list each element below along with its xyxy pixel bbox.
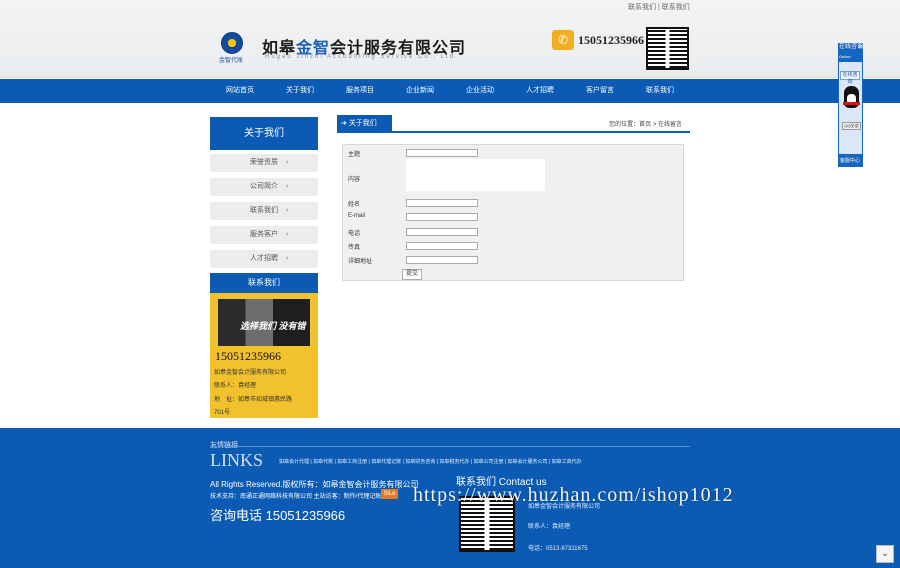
contact-company: 如皋金智会计服务有限公司	[214, 370, 287, 376]
links-heading: LINKS	[210, 450, 263, 470]
name-input[interactable]	[406, 199, 478, 207]
label-address: 详细地址	[348, 259, 373, 265]
nav-item-messages[interactable]: 客户留言	[586, 79, 614, 103]
sidebar-item-honors[interactable]: 荣誉资质	[210, 154, 318, 172]
arrow-icon: ➜	[341, 120, 349, 127]
phone-input[interactable]	[406, 228, 478, 236]
message-form: 主题 内容 姓名 E-mail 电话 传真 详细地址 提交	[342, 144, 684, 281]
nav-item-services[interactable]: 服务项目	[346, 79, 374, 103]
site-badge[interactable]: SiLe	[381, 489, 398, 499]
sidebar-item-profile[interactable]: 公司简介	[210, 178, 318, 196]
main-nav: 网站首页 关于我们 服务项目 企业新闻 企业活动 人才招聘 客户留言 联系我们	[0, 79, 900, 103]
header-phone: 15051235966	[578, 33, 644, 47]
links-title: 友情链接	[210, 440, 238, 450]
label-phone: 电话	[348, 231, 361, 237]
company-name-en: Rugao Jinzhi Accounting Service Co., Ltd…	[265, 54, 459, 60]
phone-icon: ✆	[552, 30, 574, 50]
tech-support[interactable]: 技术支持：南通正通网络科技有限公司 主站访客：制作/代理记账	[210, 491, 381, 500]
header-bar: 联系我们 | 联系我们 金智代账 如皋金智会计服务有限公司 Rugao Jinz…	[0, 0, 900, 78]
section-title: ➜ 关于我们	[337, 115, 392, 133]
contact-person: 联系人：袁经理	[214, 383, 257, 389]
panel-body: 在线咨询 QQ交谈	[838, 61, 863, 155]
label-content: 内容	[348, 177, 361, 183]
content-textarea[interactable]	[406, 159, 545, 191]
online-consult-button[interactable]: 在线咨询	[840, 71, 860, 85]
subject-input[interactable]	[406, 149, 478, 157]
qq-chat-button[interactable]: QQ交谈	[842, 122, 861, 130]
nav-item-events[interactable]: 企业活动	[466, 79, 494, 103]
contact-address: 地 址：如皋市如城镇惠民路	[214, 397, 293, 403]
section-title-text: 关于我们	[348, 120, 377, 127]
sidebar-title: 关于我们	[210, 117, 318, 150]
email-input[interactable]	[406, 213, 478, 221]
panel-footer[interactable]: 客服中心	[838, 155, 863, 167]
nav-item-news[interactable]: 企业新闻	[406, 79, 434, 103]
nav-item-home[interactable]: 网站首页	[226, 79, 254, 103]
sidebar-contact-title: 联系我们	[210, 273, 318, 293]
company-logo-icon[interactable]	[221, 32, 243, 54]
nav-item-jobs[interactable]: 人才招聘	[526, 79, 554, 103]
contact-phone: 15051235966	[215, 349, 281, 363]
close-icon[interactable]: ✕	[858, 44, 863, 53]
breadcrumb-path[interactable]: 您的位置：首页 > 在线留言	[609, 119, 682, 128]
label-name: 姓名	[348, 202, 361, 208]
qq-scarf-decoration	[843, 102, 860, 105]
panel-header: 在线咨询 Online Service ✕	[838, 43, 863, 69]
qr-code-icon	[646, 27, 689, 70]
scroll-down-icon[interactable]: ⌄	[876, 545, 894, 563]
footer-phone: 咨询电话 15051235966	[210, 508, 346, 523]
top-links[interactable]: 联系我们 | 联系我们	[628, 2, 690, 12]
breadcrumb: ➜ 关于我们 您的位置：首页 > 在线留言	[337, 115, 690, 133]
fax-input[interactable]	[406, 242, 478, 250]
contact-address-2: 701号	[214, 410, 231, 416]
online-service-panel: 在线咨询 Online Service ✕ 在线咨询 QQ交谈 客服中心	[838, 43, 863, 167]
sidebar-item-jobs[interactable]: 人才招聘	[210, 250, 318, 268]
links-divider	[210, 446, 690, 447]
contact-banner-image: 选择我们 没有错	[218, 299, 310, 346]
sidebar-item-clients[interactable]: 服务客户	[210, 226, 318, 244]
label-fax: 传真	[348, 245, 361, 251]
logo-caption: 金智代账	[219, 58, 244, 64]
label-email: E-mail	[348, 213, 366, 219]
sidebar-item-contact[interactable]: 联系我们	[210, 202, 318, 220]
sidebar-contact-box: 选择我们 没有错 15051235966 如皋金智会计服务有限公司 联系人：袁经…	[210, 293, 318, 418]
address-input[interactable]	[406, 256, 478, 264]
watermark-url: https://www.huzhan.com/ishop1012	[413, 484, 734, 506]
contact-banner-text: 选择我们 没有错	[240, 321, 306, 331]
footer-contact-person: 联系人：袁经理	[528, 524, 571, 530]
friend-links[interactable]: 如皋会计代理 | 如皋代账 | 如皋工商注册 | 如皋代理记账 | 如皋财务咨询…	[279, 458, 582, 465]
footer-contact-phone: 电话：0513-87311675	[528, 546, 588, 552]
nav-item-about[interactable]: 关于我们	[286, 79, 314, 103]
nav-item-contact[interactable]: 联系我们	[646, 79, 674, 103]
submit-button[interactable]: 提交	[402, 269, 422, 280]
label-subject: 主题	[348, 152, 361, 158]
